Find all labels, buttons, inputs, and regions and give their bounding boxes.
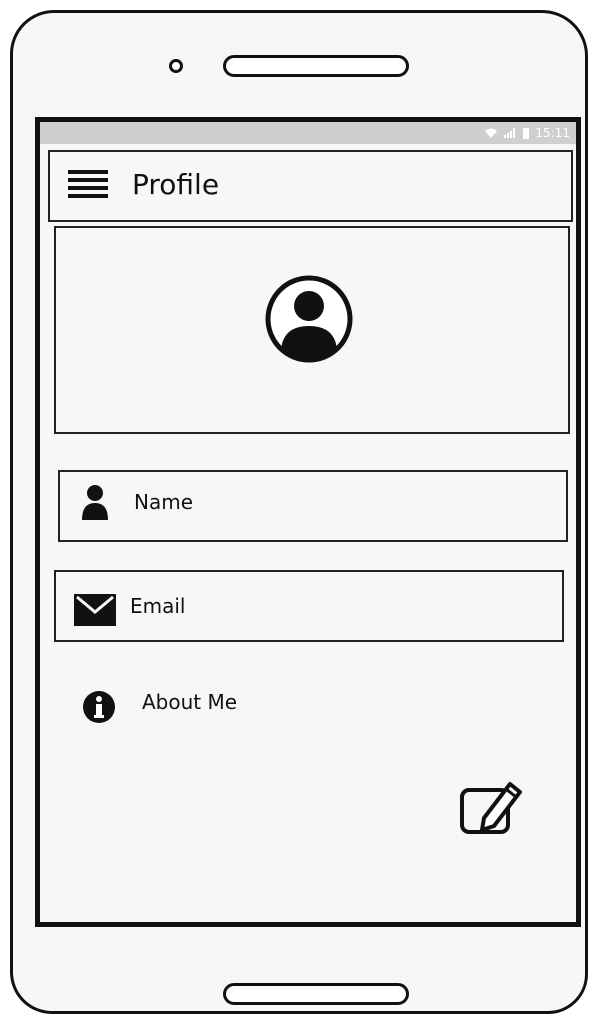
home-button[interactable] xyxy=(223,983,409,1005)
status-bar: 15:11 xyxy=(40,122,576,144)
person-icon xyxy=(82,485,108,520)
signal-icon xyxy=(504,128,516,138)
name-label: Name xyxy=(134,490,194,514)
phone-frame: 15:11 Profile Name Email About Me xyxy=(10,10,588,1014)
phone-screen: 15:11 Profile Name Email About Me xyxy=(35,117,581,927)
about-me-row[interactable]: About Me xyxy=(82,680,382,730)
edit-icon[interactable] xyxy=(458,776,526,836)
profile-photo-area xyxy=(54,226,570,434)
envelope-icon xyxy=(74,594,116,626)
about-me-label: About Me xyxy=(142,690,238,714)
earpiece-speaker xyxy=(223,55,409,77)
wifi-icon xyxy=(485,128,498,138)
email-label: Email xyxy=(130,594,186,618)
page-title: Profile xyxy=(132,168,220,201)
battery-icon xyxy=(523,127,530,139)
status-time: 15:11 xyxy=(535,126,570,140)
front-camera xyxy=(169,59,183,73)
user-circle-icon[interactable] xyxy=(264,274,354,364)
email-field[interactable]: Email xyxy=(54,570,564,642)
app-bar: Profile xyxy=(48,150,573,222)
hamburger-menu-icon[interactable] xyxy=(68,170,108,206)
info-icon xyxy=(83,691,115,723)
name-field[interactable]: Name xyxy=(58,470,568,542)
